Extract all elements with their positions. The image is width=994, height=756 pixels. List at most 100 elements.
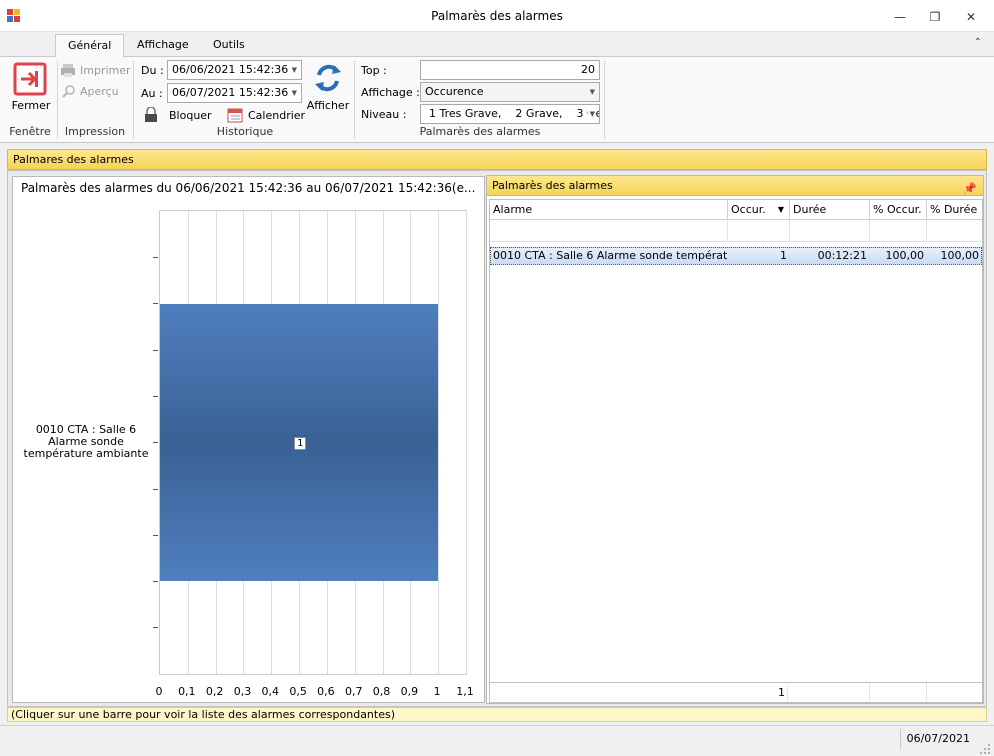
y-axis-tick	[153, 349, 158, 351]
lock-label: Bloquer	[169, 109, 212, 122]
chart-plot-area: 1	[159, 210, 467, 675]
preview-button[interactable]: Aperçu	[60, 84, 130, 100]
au-date-field[interactable]: 06/07/2021 15:42:36 ▼	[167, 83, 302, 103]
afficher-label: Afficher	[306, 99, 350, 112]
magnifier-icon	[62, 85, 75, 98]
group-divider	[604, 61, 605, 139]
column-header-duree[interactable]: Durée	[790, 200, 870, 220]
window-title: Palmarès des alarmes	[431, 9, 563, 23]
niveau-label: Niveau :	[361, 108, 407, 121]
niveau-value: 1 Tres Grave, 2 Grave, 3 Ge	[429, 107, 600, 120]
content-area: Palmarès des alarmes du 06/06/2021 15:42…	[7, 170, 987, 707]
column-header-alarme[interactable]: Alarme	[490, 200, 728, 220]
ribbon: Fermer Fenêtre Imprimer Aperçu Impressio…	[0, 57, 994, 143]
chart-gridline	[466, 211, 467, 674]
niveau-select[interactable]: 1 Tres Grave, 2 Grave, 3 Ge ▼	[420, 104, 600, 124]
du-date-field[interactable]: 06/06/2021 15:42:36 ▼	[167, 60, 302, 80]
chevron-down-icon[interactable]: ▼	[292, 84, 297, 102]
column-header-occur[interactable]: Occur. ▼	[728, 200, 790, 220]
group-divider	[354, 61, 355, 139]
status-date: 06/07/2021	[899, 729, 976, 749]
title-bar: Palmarès des alarmes — ❐ ✕	[0, 0, 994, 32]
minimize-button[interactable]: —	[885, 6, 915, 28]
filter-cell-occur[interactable]	[728, 220, 790, 242]
x-axis-tick-label: 0,7	[344, 685, 363, 698]
group-label-fenetre: Fenêtre	[9, 125, 51, 138]
chevron-down-icon[interactable]: ▼	[292, 61, 297, 79]
x-axis-tick-label: 0,6	[317, 685, 335, 698]
lock-icon	[145, 107, 157, 122]
y-axis-tick	[153, 303, 158, 305]
x-axis-tick-label: 0,5	[289, 685, 307, 698]
y-axis-tick	[153, 257, 158, 258]
group-divider	[133, 61, 134, 139]
y-axis-tick	[153, 488, 158, 490]
group-label-palmares: Palmarès des alarmes	[419, 125, 541, 138]
close-button[interactable]: Fermer	[8, 61, 54, 113]
lock-button[interactable]: Bloquer	[144, 107, 214, 124]
calendar-label: Calendrier	[248, 109, 306, 122]
group-label-impression: Impression	[64, 125, 126, 138]
x-axis-tick-label: 0,8	[372, 685, 391, 698]
y-axis-tick	[153, 627, 158, 629]
table-footer: 1	[490, 682, 982, 702]
filter-cell-duree[interactable]	[790, 220, 870, 242]
affichage-select[interactable]: Occurence ▼	[420, 82, 600, 102]
x-axis-tick-label: 1	[433, 685, 441, 698]
x-axis-tick-label: 0,2	[205, 685, 224, 698]
y-axis-category-label: 0010 CTA : Salle 6 Alarme sonde températ…	[23, 422, 149, 460]
x-axis-tick-label: 0,9	[400, 685, 419, 698]
print-button[interactable]: Imprimer	[60, 63, 131, 79]
hint-text: (Cliquer sur une barre pour voir la list…	[7, 707, 987, 722]
au-label: Au :	[141, 87, 163, 100]
column-header-pct-duree[interactable]: % Durée	[927, 200, 982, 220]
affichage-label: Affichage :	[361, 86, 420, 99]
top-input[interactable]: 20	[420, 60, 600, 80]
calendar-button[interactable]: Calendrier	[227, 107, 306, 124]
table-row[interactable]: 0010 CTA : Salle 6 Alarme sonde températ…	[490, 247, 982, 265]
cell-alarme: 0010 CTA : Salle 6 Alarme sonde températ…	[493, 249, 728, 262]
tab-affichage[interactable]: Affichage	[125, 34, 201, 58]
column-header-occur-label: Occur.	[731, 203, 766, 216]
chevron-down-icon[interactable]: ▼	[587, 105, 595, 123]
ribbon-tabstrip: Général Affichage Outils ⌃	[0, 32, 994, 58]
y-axis-tick	[153, 395, 158, 397]
close-button-label: Fermer	[11, 99, 51, 112]
sort-desc-icon: ▼	[777, 205, 784, 214]
print-label: Imprimer	[80, 64, 131, 77]
au-date-value: 06/07/2021 15:42:36	[172, 86, 289, 99]
chevron-up-icon[interactable]: ⌃	[974, 37, 982, 48]
pin-icon[interactable]: 📌	[963, 179, 977, 198]
chevron-down-icon[interactable]: ▼	[590, 83, 595, 101]
cell-duree: 00:12:21	[817, 249, 867, 262]
group-divider	[57, 61, 58, 139]
resize-grip-icon[interactable]	[979, 743, 991, 755]
column-header-pct-occur[interactable]: % Occur.	[870, 200, 927, 220]
maximize-button[interactable]: ❐	[920, 6, 950, 28]
group-label-historique: Historique	[216, 125, 274, 138]
calendar-icon	[227, 108, 243, 123]
du-label: Du :	[141, 64, 164, 77]
table-pane-header: Palmarès des alarmes 📌	[487, 176, 983, 196]
y-axis-tick	[153, 534, 158, 536]
chart-data-label: 1	[294, 436, 307, 450]
filter-cell-alarme[interactable]	[490, 220, 728, 242]
chart-title: Palmarès des alarmes du 06/06/2021 15:42…	[21, 181, 476, 195]
cell-pct-duree: 100,00	[940, 249, 980, 262]
alarm-table: Alarme Occur. ▼ Durée % Occur. % Durée 0…	[489, 199, 983, 703]
x-axis-tick-label: 0,1	[178, 685, 196, 698]
filter-cell-pct-occur[interactable]	[870, 220, 927, 242]
filter-cell-pct-duree[interactable]	[927, 220, 982, 242]
affichage-value: Occurence	[425, 85, 484, 98]
x-axis-tick-label: 0,3	[233, 685, 252, 698]
table-pane-title: Palmarès des alarmes	[492, 179, 613, 192]
close-window-button[interactable]: ✕	[956, 6, 986, 28]
tab-general[interactable]: Général	[55, 34, 125, 58]
refresh-icon	[315, 64, 341, 92]
chart-pane: Palmarès des alarmes du 06/06/2021 15:42…	[12, 176, 485, 703]
preview-label: Aperçu	[80, 85, 119, 98]
y-axis-tick	[153, 581, 158, 583]
du-date-value: 06/06/2021 15:42:36	[172, 63, 289, 76]
afficher-button[interactable]: Afficher	[306, 60, 350, 116]
tab-outils[interactable]: Outils	[201, 34, 257, 58]
